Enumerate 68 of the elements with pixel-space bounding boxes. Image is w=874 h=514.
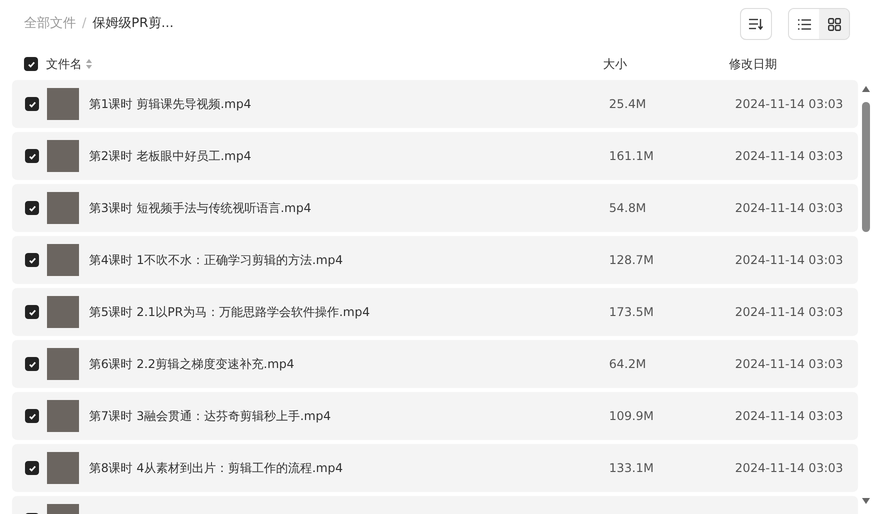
column-header: 修改日期 — [729, 56, 777, 73]
video-thumbnail-placeholder — [47, 244, 79, 276]
modified-date: 2024-11-14 03:03 — [735, 200, 844, 217]
video-thumbnail-placeholder — [47, 452, 79, 484]
checkbox[interactable] — [25, 357, 39, 371]
file-row[interactable]: 第7课时 3融会贯通：达芬奇剪辑秒上手.mp4 109.9M 2024-11-14 03:03 — [12, 392, 858, 440]
file-name: 第8课时 4从素材到出片：剪辑工作的流程.mp4 — [89, 460, 344, 477]
breadcrumb-separator: / — [82, 15, 86, 34]
file-name: 第2课时 老板眼中好员工.mp4 — [89, 148, 252, 165]
file-row[interactable]: 第1课时 剪辑课先导视频.mp4 25.4M 2024-11-14 03:03 — [12, 80, 858, 128]
file-row[interactable]: 第4课时 1不吹不水：正确学习剪辑的方法.mp4 128.7M 2024-11-14 03:03 — [12, 236, 858, 284]
checkmark-icon — [28, 412, 36, 420]
checkmark-icon — [28, 360, 36, 368]
checkbox[interactable] — [25, 201, 39, 215]
video-thumbnail-placeholder — [47, 192, 79, 224]
video-thumbnail-placeholder — [47, 140, 79, 172]
file-size: 25.4M — [609, 96, 648, 113]
modified-date: 2024-11-14 03:03 — [735, 460, 844, 477]
list-icon — [798, 18, 810, 30]
checkmark-icon — [28, 100, 36, 108]
checkbox[interactable] — [25, 461, 39, 475]
file-name: 第4课时 1不吹不水：正确学习剪辑的方法.mp4 — [89, 252, 344, 269]
modified-date: 2024-11-14 03:03 — [735, 148, 844, 165]
file-size: 128.7M — [609, 252, 655, 269]
modified-date: 2024-11-14 03:03 — [735, 408, 844, 425]
checkbox[interactable] — [25, 409, 39, 423]
checkbox[interactable] — [25, 149, 39, 163]
file-name: 第3课时 短视频手法与传统视听语言.mp4 — [89, 200, 312, 217]
grid-icon — [828, 18, 840, 30]
column-header[interactable]: 文件名 — [46, 55, 82, 73]
checkmark-icon — [28, 256, 36, 264]
modified-date: 2024-11-14 03:03 — [735, 252, 844, 269]
video-thumbnail-placeholder — [47, 400, 79, 432]
video-thumbnail-placeholder — [47, 296, 79, 328]
grid-view-button[interactable] — [819, 9, 849, 39]
modified-date: 2024-11-14 03:03 — [735, 96, 844, 113]
file-row[interactable]: 第2课时 老板眼中好员工.mp4 161.1M 2024-11-14 03:03 — [12, 132, 858, 180]
checkmark-icon — [28, 308, 36, 316]
video-thumbnail-placeholder — [47, 88, 79, 120]
file-name: 第1课时 剪辑课先导视频.mp4 — [89, 96, 252, 113]
file-name: 第5课时 2.1以PR为马：万能思路学会软件操作.mp4 — [89, 304, 371, 321]
file-size: 161.1M — [609, 148, 655, 165]
file-size: 109.9M — [609, 408, 655, 425]
video-thumbnail-placeholder — [47, 348, 79, 380]
checkbox[interactable] — [25, 305, 39, 319]
modified-date: 2024-11-14 03:03 — [735, 356, 844, 373]
file-row[interactable]: 第3课时 短视频手法与传统视听语言.mp4 54.8M 2024-11-14 03:03 — [12, 184, 858, 232]
file-size: 64.2M — [609, 356, 648, 373]
checkmark-icon — [28, 152, 36, 160]
column-header: 大小 — [603, 57, 627, 71]
checkbox[interactable] — [25, 253, 39, 267]
file-name: 第7课时 3融会贯通：达芬奇剪辑秒上手.mp4 — [89, 408, 332, 425]
modified-date: 2024-11-14 03:03 — [735, 304, 844, 321]
sort-button[interactable] — [740, 8, 772, 40]
breadcrumb-item: 保姆级PR剪... — [92, 15, 174, 34]
sort-icon — [749, 18, 763, 30]
file-size: 133.1M — [609, 460, 655, 477]
checkmark-icon — [26, 60, 36, 68]
file-name: 第6课时 2.2剪辑之梯度变速补充.mp4 — [89, 356, 296, 373]
file-row[interactable]: 第5课时 2.1以PR为马：万能思路学会软件操作.mp4 173.5M 2024-11-14 03:03 — [12, 288, 858, 336]
file-row[interactable]: 第6课时 2.2剪辑之梯度变速补充.mp4 64.2M 2024-11-14 03:03 — [12, 340, 858, 388]
checkmark-icon — [28, 204, 36, 212]
select-all-checkbox[interactable] — [24, 57, 38, 71]
checkmark-icon — [28, 464, 36, 472]
file-row[interactable]: 第8课时 4从素材到出片：剪辑工作的流程.mp4 133.1M 2024-11-14 03:03 — [12, 444, 858, 492]
file-size: 54.8M — [609, 200, 648, 217]
file-size: 173.5M — [609, 304, 655, 321]
checkbox[interactable] — [25, 97, 39, 111]
